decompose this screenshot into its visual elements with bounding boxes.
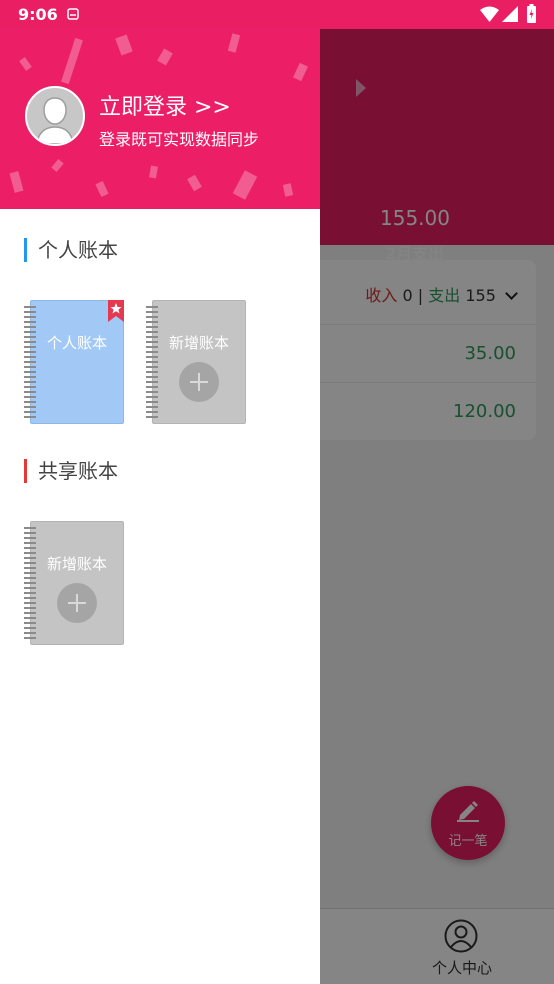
status-time: 9:06 (18, 5, 58, 24)
shared-books-heading: 共享账本 (24, 458, 118, 484)
personal-books-heading: 个人账本 (24, 237, 118, 263)
confetti-decoration (51, 159, 64, 172)
book-spiral (146, 306, 158, 418)
bookmark-star-icon (108, 300, 124, 322)
confetti-decoration (149, 165, 158, 179)
login-link[interactable]: 立即登录 >> (99, 89, 231, 121)
drawer-header: 立即登录 >> 登录既可实现数据同步 (0, 0, 320, 209)
confetti-decoration (232, 170, 258, 200)
section-accent-bar (24, 238, 27, 262)
confetti-decoration (95, 180, 109, 198)
status-bar: 9:06 (0, 0, 554, 29)
add-book-label: 新增账本 (46, 555, 107, 573)
user-silhouette-icon (36, 97, 74, 144)
notification-icon (67, 8, 79, 20)
confetti-decoration (9, 171, 24, 193)
book-spiral (24, 527, 36, 639)
book-spiral (24, 306, 36, 418)
add-shared-book-button[interactable]: 新增账本 (24, 521, 124, 645)
login-subtitle: 登录既可实现数据同步 (99, 130, 260, 149)
plus-icon (57, 583, 97, 623)
battery-icon (527, 4, 536, 23)
avatar[interactable] (25, 86, 85, 146)
confetti-decoration (115, 34, 133, 56)
section-accent-bar (24, 459, 27, 483)
personal-books-title: 个人账本 (38, 238, 118, 262)
confetti-decoration (293, 62, 308, 82)
confetti-decoration (282, 183, 294, 197)
signal-icon (502, 6, 518, 22)
confetti-decoration (157, 48, 173, 66)
navigation-drawer: 立即登录 >> 登录既可实现数据同步 个人账本 个人账本 新增账本 共享账本 新… (0, 0, 320, 984)
confetti-decoration (227, 33, 241, 53)
personal-book-item[interactable]: 个人账本 (24, 300, 124, 424)
wifi-icon (480, 6, 499, 22)
confetti-decoration (61, 37, 83, 85)
add-book-label: 新增账本 (168, 334, 229, 352)
add-personal-book-button[interactable]: 新增账本 (146, 300, 246, 424)
plus-icon (179, 362, 219, 402)
confetti-decoration (19, 57, 32, 71)
confetti-decoration (187, 174, 202, 192)
book-title: 个人账本 (46, 334, 107, 352)
shared-books-title: 共享账本 (38, 459, 118, 483)
